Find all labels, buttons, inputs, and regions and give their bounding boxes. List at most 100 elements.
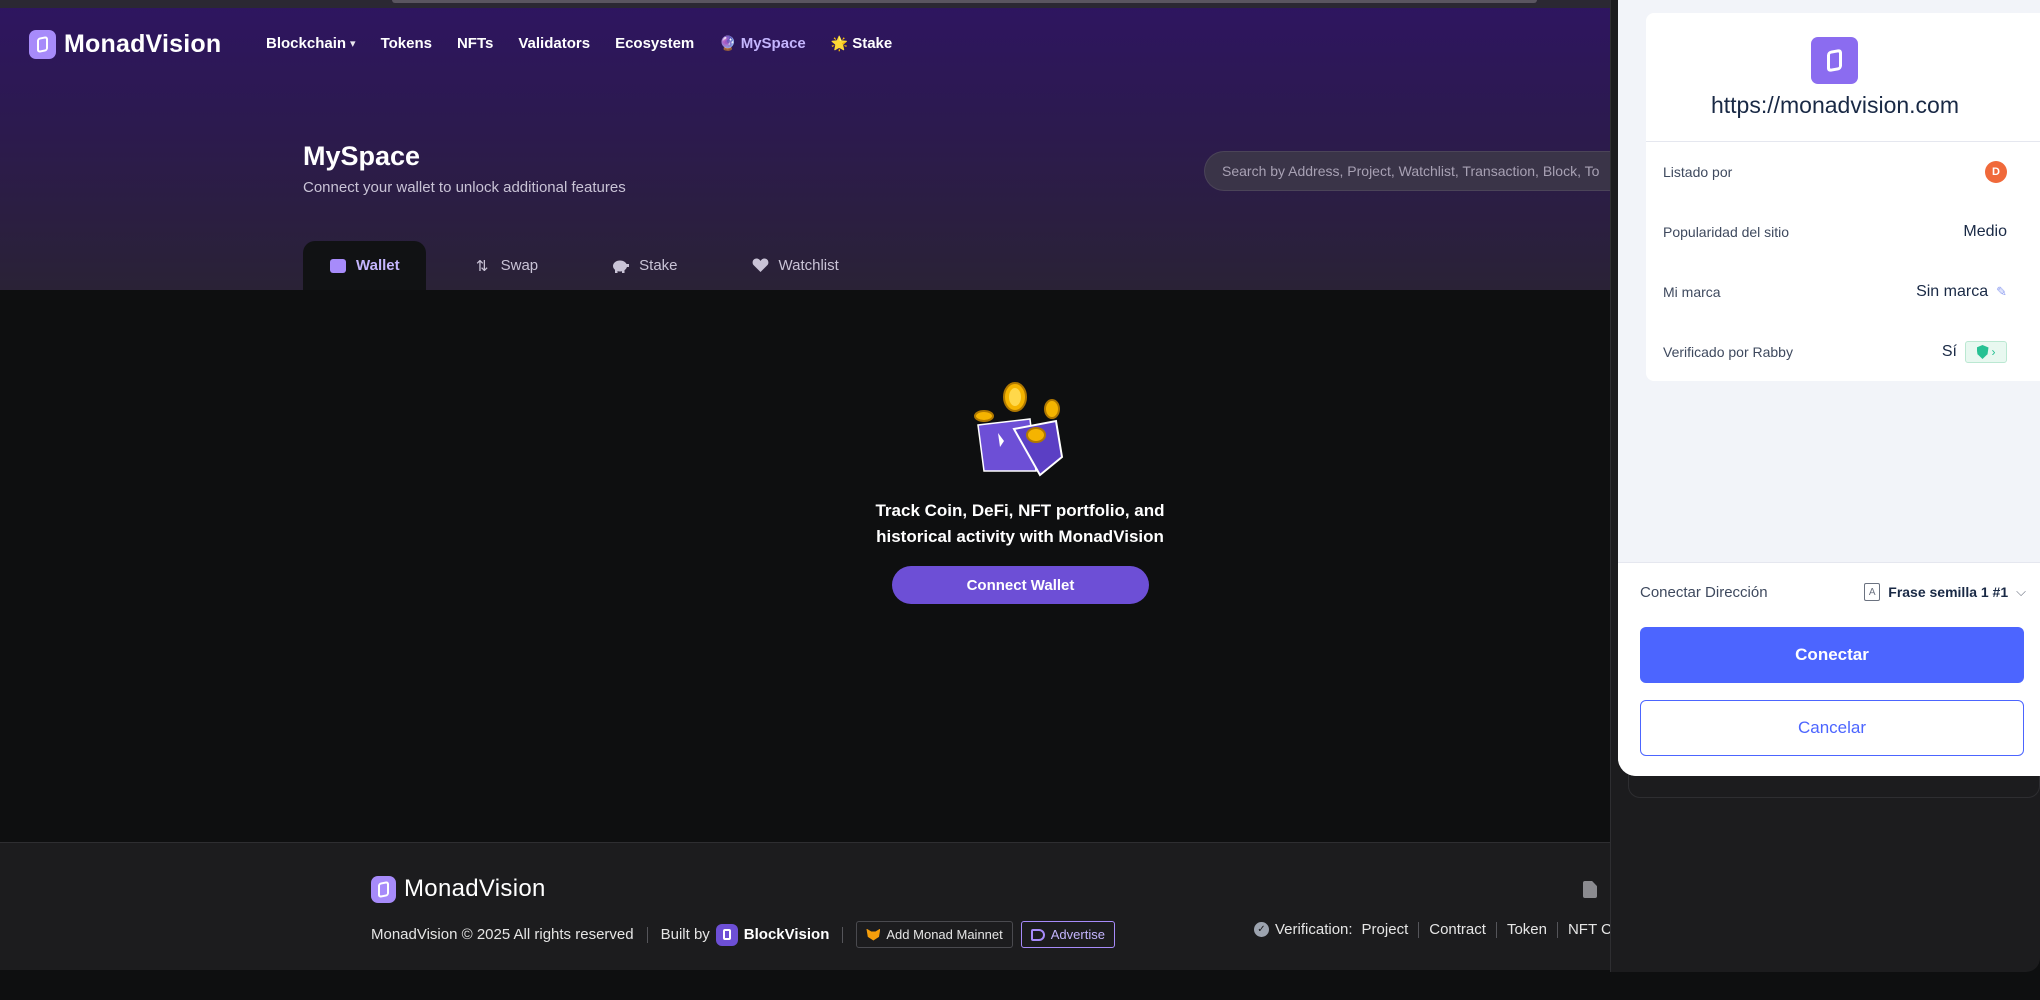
verification-link-contract[interactable]: Contract [1429, 921, 1486, 938]
browser-top-strip [0, 0, 1620, 8]
advertise-button[interactable]: Advertise [1020, 921, 1115, 948]
row-listed-by: Listado por D [1663, 142, 2007, 202]
built-by[interactable]: Built by BlockVision [660, 923, 830, 946]
tab-watchlist-label: Watchlist [778, 257, 839, 274]
connect-address-label: Conectar Dirección [1640, 583, 1768, 601]
star-icon: 🌟 [830, 35, 849, 51]
row-my-mark-value: Sin marca [1916, 283, 1989, 300]
row-verified-label: Verificado por Rabby [1663, 344, 1793, 360]
nav-validators-label: Validators [518, 35, 591, 52]
nav-nfts[interactable]: NFTs [457, 35, 493, 52]
verification-link-token[interactable]: Token [1507, 921, 1547, 938]
piggy-bank-icon [612, 257, 630, 274]
nav-blockchain-label: Blockchain [266, 35, 347, 52]
row-verified-value: Sí [1941, 343, 1957, 360]
footer [0, 842, 1620, 970]
myspace-tabs: Wallet ⇅ Swap Stake Watchlist [303, 241, 865, 290]
monadvision-logo-icon [371, 875, 396, 903]
nav-ecosystem[interactable]: Ecosystem [615, 35, 694, 52]
row-my-mark-label: Mi marca [1663, 284, 1721, 300]
page-subtitle: Connect your wallet to unlock additional… [303, 179, 626, 196]
row-verified-by-rabby: Verificado por Rabby Sí › [1663, 322, 2007, 382]
brand-name: MonadVision [64, 30, 222, 58]
heart-icon [752, 257, 769, 274]
nav-myspace[interactable]: 🔮 MySpace [719, 35, 805, 52]
tab-swap[interactable]: ⇅ Swap [448, 241, 565, 290]
site-logo-icon [1811, 37, 1858, 84]
footer-info-row: MonadVision © 2025 All rights reserved B… [371, 921, 1115, 948]
site-url: https://monadvision.com [1710, 92, 1959, 118]
nav-stake-label: Stake [852, 35, 893, 52]
cancel-button[interactable]: Cancelar [1640, 700, 2024, 756]
built-by-label: Built by [660, 926, 710, 943]
verified-badge-icon: ✓ [1254, 922, 1269, 937]
add-monad-mainnet-label: Add Monad Mainnet [886, 927, 1003, 942]
footer-bottom-band [0, 970, 2040, 1000]
brand-logo[interactable]: MonadVision [29, 30, 221, 59]
row-site-popularity: Popularidad del sitio Medio [1663, 202, 2007, 262]
swap-icon: ⇅ [475, 257, 489, 275]
chevron-down-icon: ⌵ [2016, 584, 2026, 599]
verification-link-project[interactable]: Project [1362, 921, 1409, 938]
verification-label: Verification: [1275, 921, 1353, 938]
wallet-icon [329, 257, 346, 274]
footer-verification: ✓ Verification: Project Contract Token N… [1254, 921, 1620, 938]
connect-footer: Conectar Dirección A Frase semilla 1 #1 … [1618, 562, 2040, 776]
divider [1495, 921, 1497, 938]
crystal-ball-icon: 🔮 [719, 35, 737, 51]
nav-blockchain[interactable]: Blockchain ▾ [266, 35, 356, 52]
page-title: MySpace [303, 141, 421, 171]
add-monad-mainnet-button[interactable]: Add Monad Mainnet [856, 921, 1013, 948]
wallet-coins-illustration [970, 379, 1070, 479]
chevron-down-icon: ▾ [350, 38, 356, 50]
monadvision-logo-icon [29, 30, 56, 59]
tab-wallet[interactable]: Wallet [303, 241, 426, 290]
account-icon: A [1864, 583, 1881, 601]
site-header: https://monadvision.com [1646, 13, 2040, 142]
advertise-label: Advertise [1050, 927, 1105, 942]
empty-state-message: Track Coin, DeFi, NFT portfolio, and his… [860, 498, 1180, 550]
tab-stake-label: Stake [639, 257, 678, 274]
footer-brand-logo[interactable]: MonadVision [371, 875, 546, 903]
edit-pencil-icon[interactable]: ✎ [1996, 284, 2007, 300]
nav-tokens-label: Tokens [380, 35, 432, 52]
verification-link-nft[interactable]: NFT C [1568, 921, 1612, 938]
tab-stake[interactable]: Stake [586, 241, 703, 290]
divider [1556, 921, 1558, 938]
dappradar-icon[interactable]: D [1985, 161, 2007, 183]
site-info-card: https://monadvision.com Listado por D Po… [1646, 13, 2040, 381]
chevron-right-icon: › [1991, 345, 1996, 359]
empty-state-line1: Track Coin, DeFi, NFT portfolio, and [875, 501, 1165, 520]
nav-tokens[interactable]: Tokens [381, 35, 432, 52]
account-selector[interactable]: A Frase semilla 1 #1 ⌵ [1864, 583, 2026, 601]
search-input[interactable]: Search by Address, Project, Watchlist, T… [1204, 151, 1620, 191]
nav-stake[interactable]: 🌟 Stake [831, 35, 892, 52]
divider [1418, 921, 1420, 938]
blockvision-logo-icon [715, 923, 738, 946]
nav-myspace-label: MySpace [740, 35, 806, 52]
row-site-popularity-label: Popularidad del sitio [1663, 224, 1790, 240]
row-my-mark: Mi marca Sin marca ✎ [1663, 262, 2007, 322]
verified-shield-button[interactable]: › [1965, 341, 2007, 363]
account-name: Frase semilla 1 #1 [1888, 584, 2009, 600]
blockvision-name: BlockVision [743, 926, 830, 943]
metamask-fox-icon [866, 928, 881, 941]
row-site-popularity-value: Medio [1963, 223, 2007, 240]
megaphone-icon [1030, 928, 1045, 941]
top-strip-bar [392, 0, 1537, 3]
footer-brand-name: MonadVision [404, 875, 546, 902]
nav-validators[interactable]: Validators [518, 35, 590, 52]
rabby-connect-popup: https://monadvision.com Listado por D Po… [1618, 0, 2040, 776]
main-nav: Blockchain ▾ Tokens NFTs Validators Ecos… [266, 35, 892, 52]
connect-button[interactable]: Conectar [1640, 627, 2024, 683]
nav-nfts-label: NFTs [456, 35, 494, 52]
divider [842, 926, 844, 943]
row-listed-by-label: Listado por [1663, 164, 1733, 180]
connect-address-row: Conectar Dirección A Frase semilla 1 #1 … [1640, 583, 2026, 601]
tab-wallet-label: Wallet [356, 257, 400, 274]
page: MonadVision Blockchain ▾ Tokens NFTs Val… [0, 0, 2040, 1000]
tab-watchlist[interactable]: Watchlist [726, 241, 865, 290]
nav-ecosystem-label: Ecosystem [615, 35, 695, 52]
shield-icon [1976, 345, 1989, 359]
connect-wallet-button[interactable]: Connect Wallet [892, 566, 1149, 604]
